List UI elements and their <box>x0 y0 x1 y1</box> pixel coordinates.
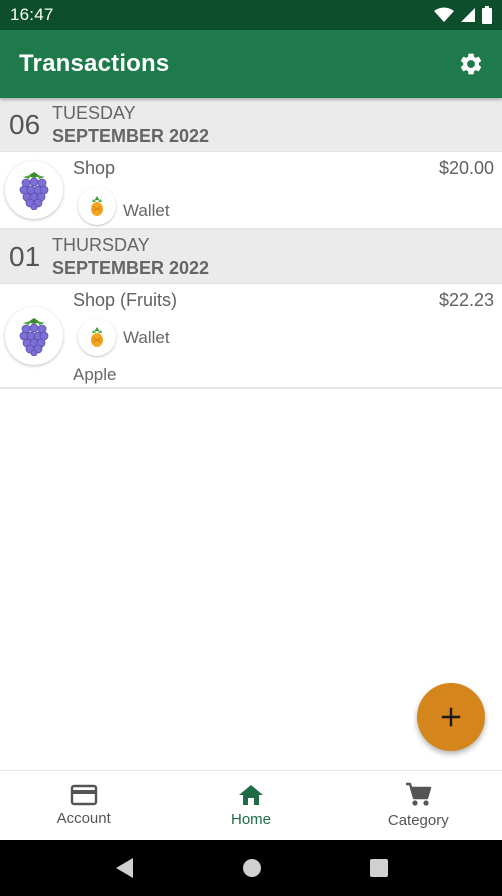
system-navigation-bar <box>0 840 502 896</box>
nav-category-label: Category <box>387 812 449 829</box>
date-header: 01 THURSDAY SEPTEMBER 2022 <box>0 230 502 284</box>
pineapple-icon <box>91 196 103 216</box>
pineapple-icon <box>91 327 103 347</box>
bottom-navigation: Account Home Category <box>0 770 502 840</box>
wifi-icon <box>434 7 454 22</box>
page-title: Transactions <box>19 50 170 77</box>
settings-button[interactable] <box>454 47 488 81</box>
transaction-title: Shop <box>73 158 116 178</box>
nav-home[interactable]: Home <box>167 771 334 840</box>
add-transaction-button[interactable] <box>417 683 485 751</box>
account-avatar <box>78 187 116 225</box>
transaction-amount: $20.00 <box>438 158 494 178</box>
day-number: 01 <box>9 240 41 272</box>
weekday: TUESDAY <box>52 102 136 123</box>
back-icon[interactable] <box>113 856 135 880</box>
home-circle-icon[interactable] <box>241 857 263 879</box>
nav-account-label: Account <box>56 810 111 827</box>
transaction-row[interactable]: Shop (Fruits) $22.23 Wallet Apple <box>0 284 502 389</box>
month-year: SEPTEMBER 2022 <box>52 257 210 278</box>
account-avatar <box>78 318 116 356</box>
month-year: SEPTEMBER 2022 <box>52 125 210 146</box>
transactions-list: 06 TUESDAY SEPTEMBER 2022 Shop $20.00 Wa… <box>0 98 502 770</box>
transaction-amount: $22.23 <box>438 290 494 310</box>
nav-home-label: Home <box>230 811 271 828</box>
battery-icon <box>482 6 492 24</box>
status-bar: 16:47 <box>0 0 502 30</box>
shopping-cart-icon <box>406 782 432 806</box>
credit-card-icon <box>70 784 97 806</box>
home-icon <box>238 785 263 805</box>
account-name: Wallet <box>123 328 170 347</box>
nav-account[interactable]: Account <box>0 771 167 840</box>
date-header: 06 TUESDAY SEPTEMBER 2022 <box>0 98 502 152</box>
weekday: THURSDAY <box>52 234 150 255</box>
transaction-title: Shop (Fruits) <box>73 290 178 310</box>
nav-category[interactable]: Category <box>335 771 502 840</box>
account-name: Wallet <box>123 201 170 220</box>
grapes-icon <box>19 172 49 210</box>
grapes-icon <box>19 318 49 356</box>
category-avatar <box>5 161 63 219</box>
cell-signal-icon <box>461 8 475 22</box>
transaction-row[interactable]: Shop $20.00 Wallet <box>0 152 502 230</box>
plus-icon <box>441 707 461 727</box>
gear-icon <box>460 53 482 75</box>
status-icons <box>434 6 492 24</box>
transaction-note: Apple <box>73 365 117 384</box>
day-number: 06 <box>9 108 41 140</box>
category-avatar <box>5 307 63 365</box>
app-bar: Transactions <box>0 30 502 98</box>
recents-icon[interactable] <box>369 858 389 878</box>
status-time: 16:47 <box>10 5 54 24</box>
